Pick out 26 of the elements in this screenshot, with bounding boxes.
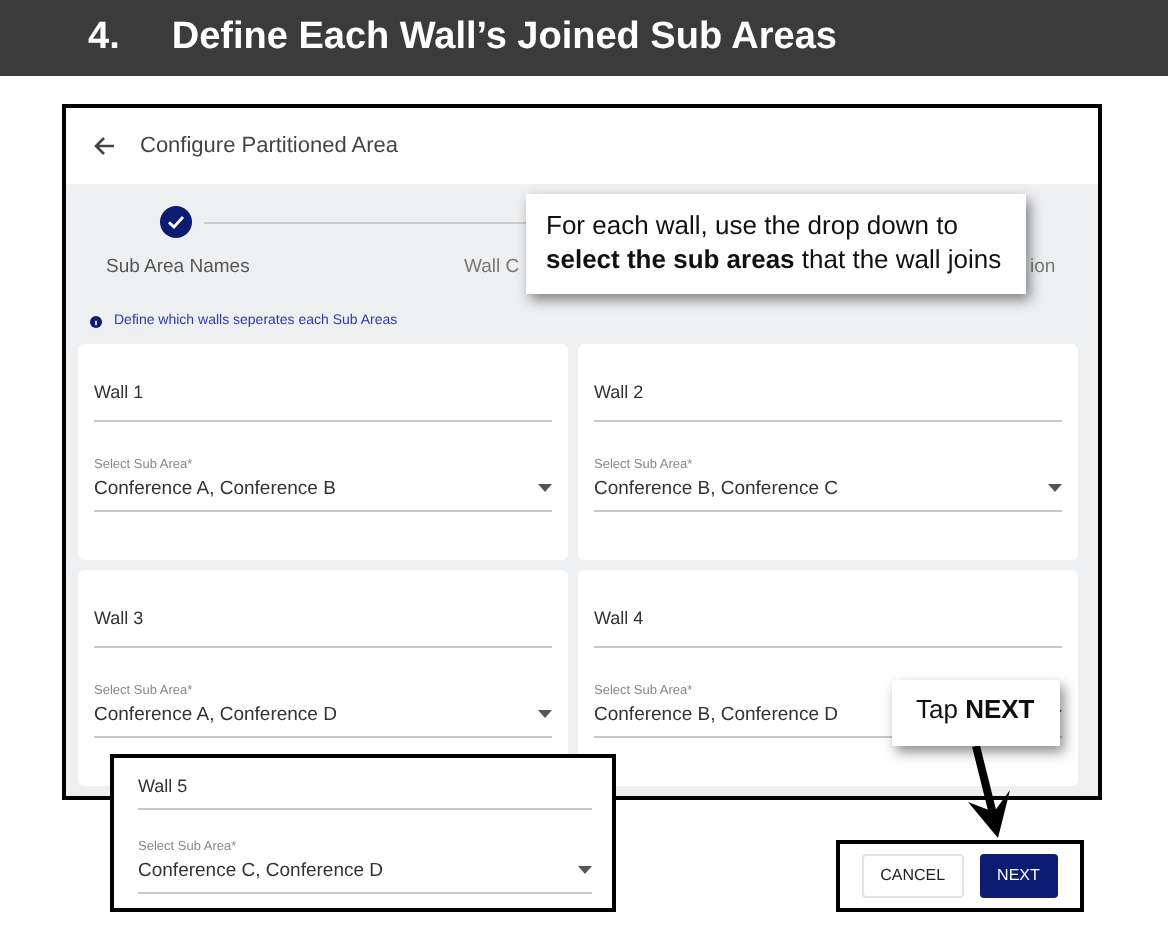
cancel-button[interactable]: CANCEL [862, 854, 964, 898]
caret-icon [538, 484, 552, 492]
wall-name-field[interactable]: Wall 2 [594, 372, 1062, 422]
callout-text: For each wall, use the drop down to select the sub areas that the wall joins [526, 194, 1026, 294]
wall-name-field[interactable]: Wall 1 [94, 372, 552, 422]
screen-title: Configure Partitioned Area [140, 131, 399, 162]
step-label: Sub Area Names [106, 254, 250, 282]
wall-name-field[interactable]: Wall 5 [138, 766, 592, 810]
select-value: Conference B, Conference C [594, 475, 838, 504]
step-number: 4. [88, 13, 120, 62]
select-value: Conference A, Conference D [94, 701, 337, 730]
heading-title: Define Each Wall’s Joined Sub Areas [171, 13, 837, 62]
wall-name-field[interactable]: Wall 4 [594, 598, 1062, 648]
select-value: Conference B, Conference D [594, 701, 838, 730]
select-value: Conference C, Conference D [138, 857, 384, 886]
back-arrow-icon[interactable] [94, 136, 116, 156]
caret-icon [538, 710, 552, 718]
step-label: ion [1030, 254, 1056, 282]
select-value: Conference A, Conference B [94, 475, 336, 504]
next-button[interactable]: NEXT [979, 854, 1058, 898]
caret-icon [1048, 484, 1062, 492]
callout-text: Tap NEXT [892, 680, 1060, 746]
info-icon [90, 316, 102, 328]
wall-name-field[interactable]: Wall 3 [94, 598, 552, 648]
step-label: Wall C [464, 254, 520, 282]
caret-icon [578, 866, 592, 874]
